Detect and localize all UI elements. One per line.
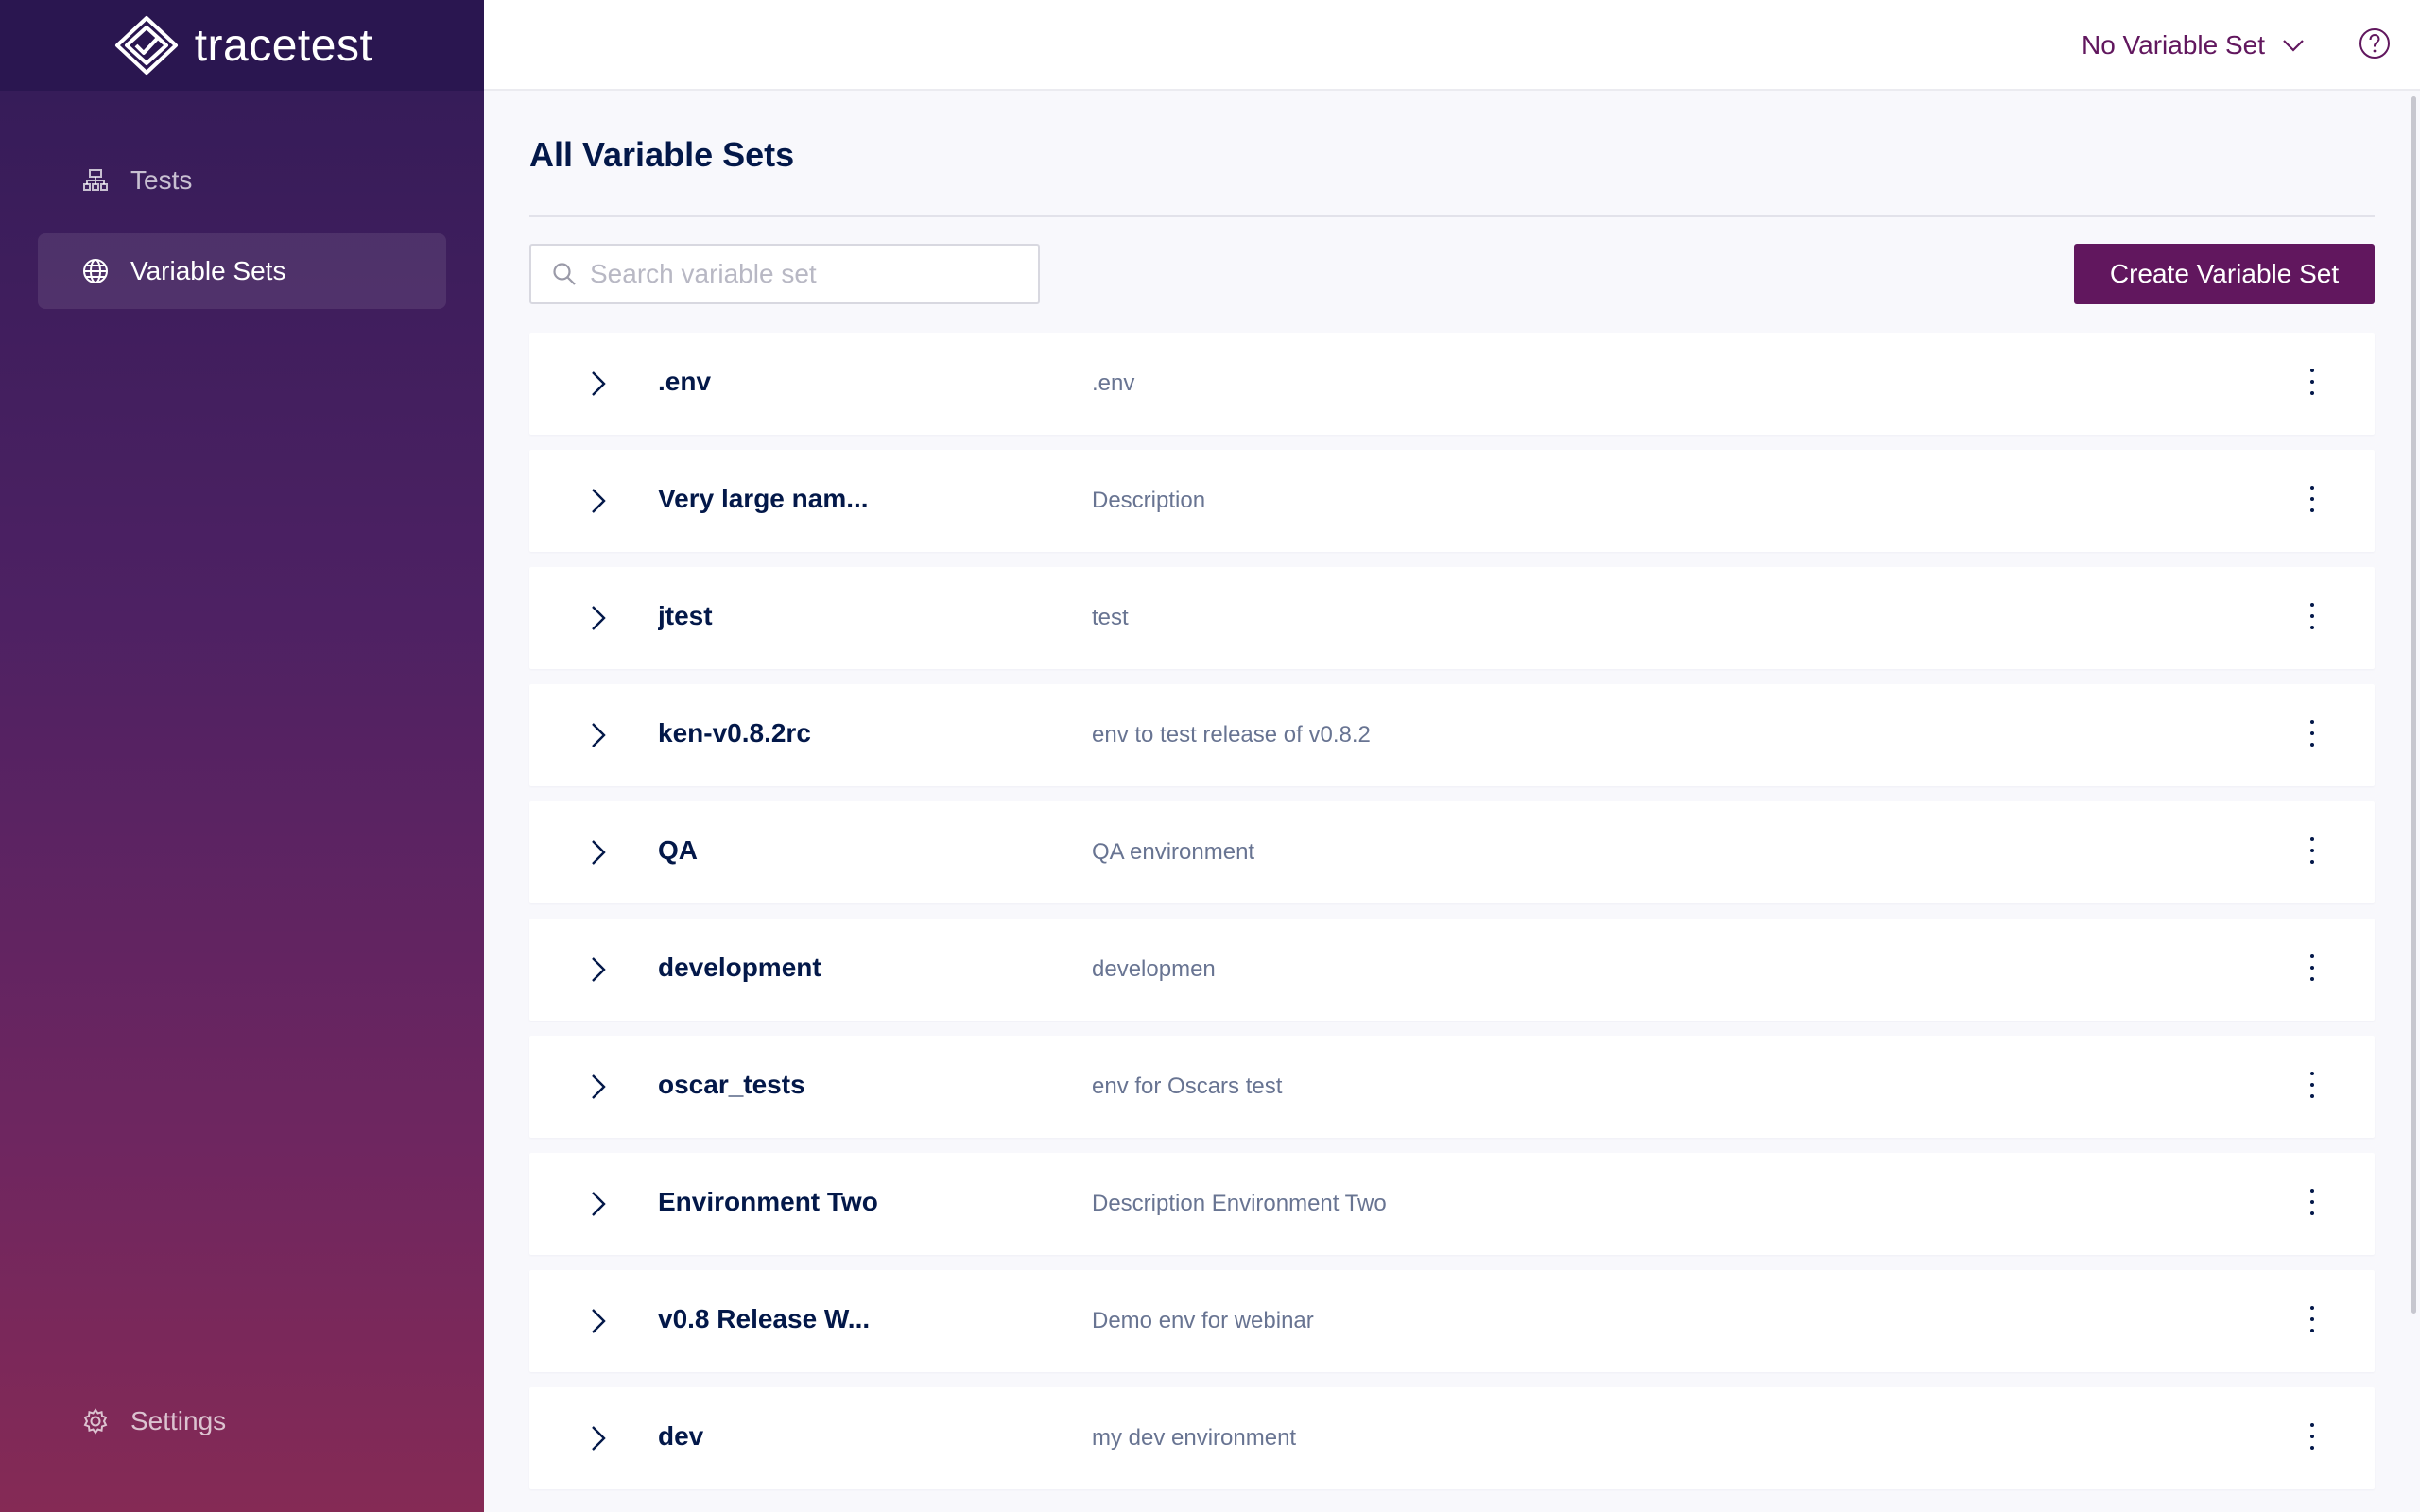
- variable-set-description: env to test release of v0.8.2: [1092, 722, 1371, 747]
- chevron-right-icon[interactable]: [584, 954, 613, 985]
- sidebar-item-label: Variable Sets: [130, 256, 286, 285]
- more-actions-icon[interactable]: [2303, 1302, 2322, 1336]
- search-icon: [553, 263, 576, 285]
- list-item[interactable]: oscar_tests env for Oscars test: [529, 1036, 2375, 1138]
- chevron-right-icon[interactable]: [584, 837, 613, 868]
- list-item[interactable]: Environment Two Description Environment …: [529, 1153, 2375, 1255]
- search-input[interactable]: [590, 259, 1025, 289]
- more-actions-icon[interactable]: [2303, 1185, 2322, 1219]
- more-actions-icon[interactable]: [2303, 365, 2322, 399]
- variable-set-name: oscar_tests: [658, 1070, 805, 1099]
- variable-set-description: Description Environment Two: [1092, 1191, 1387, 1216]
- variable-set-name: .env: [658, 367, 712, 396]
- page-title: All Variable Sets: [529, 135, 795, 174]
- chevron-right-icon[interactable]: [584, 1423, 613, 1453]
- list-item[interactable]: .env .env: [529, 333, 2375, 435]
- variable-set-description: Description: [1092, 488, 1206, 513]
- question-circle-icon: [2360, 28, 2390, 59]
- chevron-right-icon[interactable]: [584, 603, 613, 633]
- variable-set-description: Demo env for webinar: [1092, 1308, 1314, 1333]
- variable-set-name: development: [658, 953, 821, 982]
- more-actions-icon[interactable]: [2303, 1419, 2322, 1453]
- chevron-right-icon[interactable]: [584, 1189, 613, 1219]
- app-root: tracetest Tests Variable Sets Settings N…: [0, 0, 2420, 1512]
- variable-set-name: Environment Two: [658, 1187, 878, 1216]
- variable-set-description: QA environment: [1092, 839, 1255, 865]
- variable-set-name: Very large nam...: [658, 484, 869, 513]
- variable-set-name: QA: [658, 835, 698, 865]
- list-item[interactable]: v0.8 Release W... Demo env for webinar: [529, 1270, 2375, 1372]
- more-actions-icon[interactable]: [2303, 833, 2322, 868]
- more-actions-icon[interactable]: [2303, 716, 2322, 750]
- search-box[interactable]: [529, 244, 1040, 304]
- chevron-right-icon[interactable]: [584, 486, 613, 516]
- sidebar-item-label: Settings: [130, 1406, 227, 1435]
- list-item[interactable]: jtest test: [529, 567, 2375, 669]
- sidebar-item-label: Tests: [130, 165, 193, 195]
- list-item[interactable]: ken-v0.8.2rc env to test release of v0.8…: [529, 684, 2375, 786]
- title-divider: [529, 215, 2375, 217]
- list-item[interactable]: development developmen: [529, 919, 2375, 1021]
- chevron-right-icon[interactable]: [584, 1306, 613, 1336]
- variable-set-description: .env: [1092, 370, 1135, 396]
- list-item[interactable]: QA QA environment: [529, 801, 2375, 903]
- list-item[interactable]: dev my dev environment: [529, 1387, 2375, 1489]
- variable-set-name: dev: [658, 1421, 704, 1451]
- toolbar: Create Variable Set: [529, 244, 2375, 306]
- variable-set-name: ken-v0.8.2rc: [658, 718, 811, 747]
- variable-set-description: my dev environment: [1092, 1425, 1297, 1451]
- tests-hierarchy-icon: [81, 166, 110, 195]
- variable-set-name: jtest: [658, 601, 713, 630]
- scrollbar-thumb[interactable]: [2411, 96, 2416, 1314]
- sidebar-nav: Tests Variable Sets: [38, 143, 446, 324]
- top-bar: No Variable Set: [484, 0, 2420, 91]
- variable-set-list: .env .env Very large nam... Description …: [529, 333, 2375, 1489]
- more-actions-icon[interactable]: [2303, 482, 2322, 516]
- chevron-right-icon[interactable]: [584, 1072, 613, 1102]
- chevron-down-icon: [2283, 40, 2304, 52]
- gear-icon: [81, 1407, 110, 1435]
- globe-icon: [81, 257, 110, 285]
- chevron-right-icon[interactable]: [584, 720, 613, 750]
- variable-set-selector[interactable]: No Variable Set: [2082, 25, 2305, 66]
- brand-name: tracetest: [194, 20, 373, 71]
- page-scrollbar[interactable]: [2409, 94, 2420, 1512]
- sidebar-settings: Settings: [38, 1383, 446, 1474]
- chevron-right-icon[interactable]: [584, 369, 613, 399]
- variable-set-name: v0.8 Release W...: [658, 1304, 871, 1333]
- brand-header[interactable]: tracetest: [0, 0, 484, 91]
- sidebar-item-variable-sets[interactable]: Variable Sets: [38, 233, 446, 309]
- list-item[interactable]: Very large nam... Description: [529, 450, 2375, 552]
- variable-set-description: env for Oscars test: [1092, 1074, 1283, 1099]
- variable-set-selector-value: No Variable Set: [2081, 30, 2265, 60]
- more-actions-icon[interactable]: [2303, 599, 2322, 633]
- sidebar-item-tests[interactable]: Tests: [38, 143, 446, 218]
- variable-set-description: test: [1092, 605, 1129, 630]
- main-content: All Variable Sets Create Variable Set .e…: [529, 91, 2375, 1504]
- variable-set-description: developmen: [1092, 956, 1216, 982]
- create-variable-set-button[interactable]: Create Variable Set: [2074, 244, 2375, 304]
- sidebar-item-settings[interactable]: Settings: [38, 1383, 446, 1459]
- sidebar: tracetest Tests Variable Sets Settings: [0, 0, 484, 1512]
- tracetest-logo-icon: [114, 16, 178, 75]
- more-actions-icon[interactable]: [2303, 951, 2322, 985]
- help-button[interactable]: [2358, 26, 2392, 60]
- more-actions-icon[interactable]: [2303, 1068, 2322, 1102]
